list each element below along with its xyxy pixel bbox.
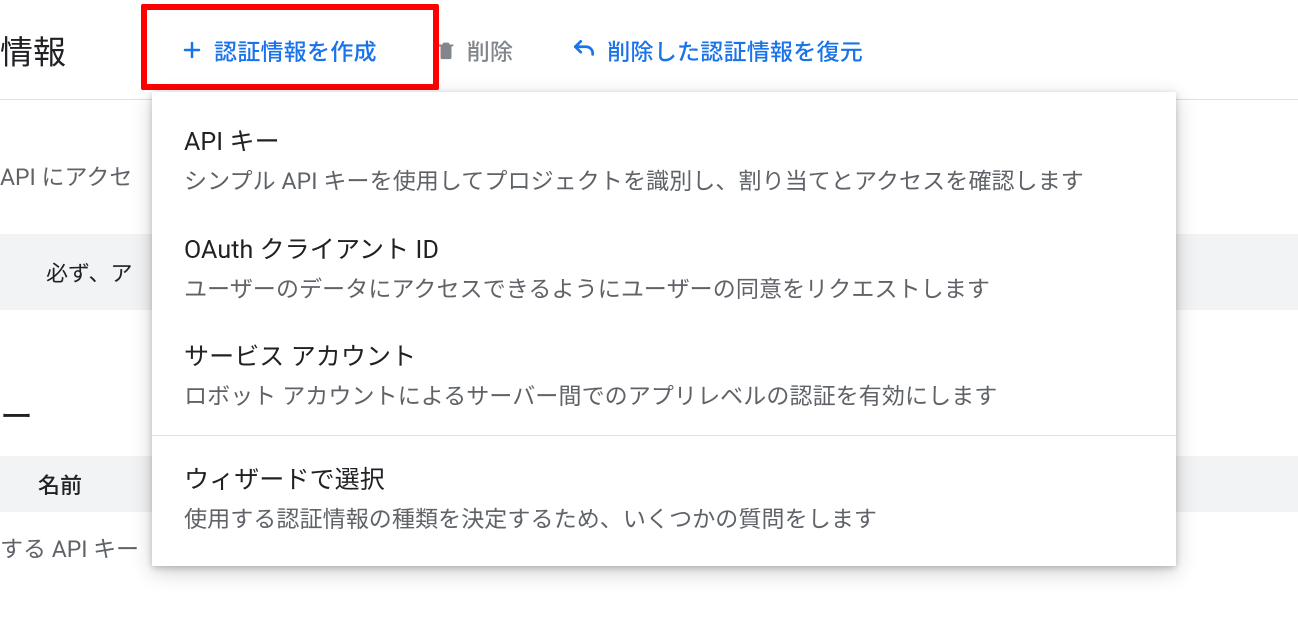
menu-item-desc: シンプル API キーを使用してプロジェクトを識別し、割り当てとアクセスを確認し… bbox=[184, 164, 1144, 200]
warning-text: 必ず、ア bbox=[0, 256, 132, 288]
plus-icon bbox=[180, 38, 204, 62]
delete-button-label: 削除 bbox=[467, 33, 514, 67]
restore-button-label: 削除した認証情報を復元 bbox=[607, 33, 863, 67]
undo-icon bbox=[571, 37, 597, 63]
api-key-row-text: する API キー bbox=[0, 530, 139, 564]
delete-button[interactable]: 削除 bbox=[421, 23, 528, 77]
menu-item-oauth-client[interactable]: OAuth クライアント ID ユーザーのデータにアクセスできるようにユーザーの… bbox=[152, 214, 1176, 322]
restore-button[interactable]: 削除した認証情報を復元 bbox=[557, 23, 877, 77]
toolbar: 情報 認証情報を作成 削除 削除した認証情報を復元 bbox=[0, 0, 1298, 100]
menu-item-desc: 使用する認証情報の種類を決定するため、いくつかの質問をします bbox=[184, 502, 1144, 538]
create-button-label: 認証情報を作成 bbox=[214, 33, 377, 67]
menu-item-desc: ロボット アカウントによるサーバー間でのアプリレベルの認証を有効にします bbox=[184, 379, 1144, 415]
create-credentials-button[interactable]: 認証情報を作成 bbox=[166, 23, 391, 77]
menu-item-title: ウィザードで選択 bbox=[184, 460, 1144, 496]
menu-item-service-account[interactable]: サービス アカウント ロボット アカウントによるサーバー間でのアプリレベルの認証… bbox=[152, 321, 1176, 429]
menu-item-title: OAuth クライアント ID bbox=[184, 230, 1144, 266]
trash-icon bbox=[435, 39, 457, 61]
menu-item-title: サービス アカウント bbox=[184, 337, 1144, 373]
name-column: 名前 bbox=[0, 468, 82, 500]
menu-item-wizard[interactable]: ウィザードで選択 使用する認証情報の種類を決定するため、いくつかの質問をします bbox=[152, 444, 1176, 552]
api-access-text: API にアクセ bbox=[0, 158, 132, 192]
menu-item-api-key[interactable]: API キー シンプル API キーを使用してプロジェクトを識別し、割り当てとア… bbox=[152, 106, 1176, 214]
page-title: 情報 bbox=[0, 26, 66, 74]
menu-item-title: API キー bbox=[184, 122, 1144, 158]
create-credentials-dropdown: API キー シンプル API キーを使用してプロジェクトを識別し、割り当てとア… bbox=[152, 92, 1176, 566]
menu-divider bbox=[152, 435, 1176, 436]
menu-item-desc: ユーザーのデータにアクセスできるようにユーザーの同意をリクエストします bbox=[184, 272, 1144, 308]
key-section-heading: ー bbox=[0, 390, 33, 438]
